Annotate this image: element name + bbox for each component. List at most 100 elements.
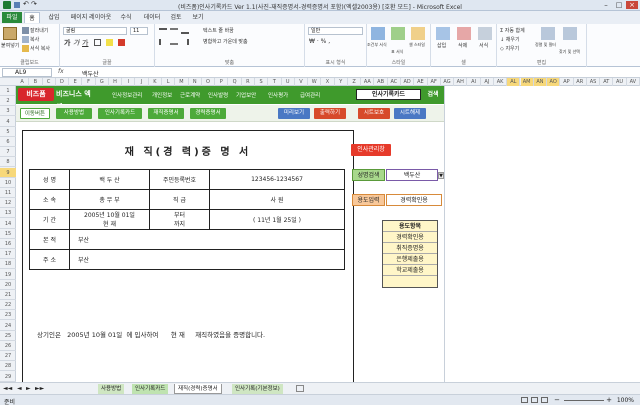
column-header[interactable]: AK [494,78,508,86]
font-name-select[interactable]: 굴림 [63,27,127,35]
column-header[interactable]: W [308,78,322,86]
column-header[interactable]: F [82,78,96,86]
new-sheet-icon[interactable] [296,385,304,392]
tab-view[interactable]: 보기 [190,12,206,23]
row-header[interactable]: 10 [0,178,16,188]
column-header[interactable]: C [43,78,56,86]
print-button[interactable]: 출력하기 [314,108,346,119]
nav-card-button[interactable]: 인사기록카드 [98,108,142,119]
row-header[interactable]: 19 [0,270,16,280]
tab-review[interactable]: 검토 [168,12,184,23]
currency-button[interactable]: ₩ · % , [309,38,330,45]
sheet-search-field[interactable]: 인사기록카드 [356,89,421,100]
row-header[interactable]: 8 [0,157,16,168]
row-header[interactable]: 25 [0,331,16,341]
purpose-input[interactable]: 경력확인용 [386,194,442,206]
column-header[interactable]: V [295,78,309,86]
sheet-search-button[interactable]: 검색 [424,89,442,100]
wrap-text-button[interactable]: 텍스트 줄 바꿈 [203,27,234,34]
purpose-list-item[interactable] [383,276,437,287]
page-layout-view-icon[interactable] [531,397,538,403]
zoom-slider[interactable] [564,400,604,401]
tab-page-layout[interactable]: 페이지 레이아웃 [70,12,112,23]
format-cells-button[interactable]: 서식 [479,42,488,49]
row-header[interactable]: 11 [0,188,16,198]
tab-scroll-first-icon[interactable]: ◄◄ [3,385,12,392]
preview-button[interactable]: 미리보기 [278,108,310,119]
font-size-select[interactable]: 11 [130,27,148,35]
bold-button[interactable]: 가 [64,38,70,48]
row-header[interactable]: 14 [0,219,16,229]
sort-filter-icon[interactable] [541,27,555,40]
column-header[interactable]: AA [361,78,375,86]
column-header[interactable]: AI [467,78,481,86]
column-header[interactable]: N [189,78,202,86]
row-header[interactable]: 29 [0,372,16,382]
column-header[interactable]: AP [560,78,574,86]
cell-styles-icon[interactable] [411,27,425,40]
row-header[interactable]: 20 [0,280,16,290]
column-header[interactable]: J [135,78,149,86]
format-cells-icon[interactable] [478,27,492,40]
tab-data[interactable]: 데이터 [142,12,162,23]
row-header[interactable]: 6 [0,137,16,147]
formula-input[interactable]: 백두산 [82,69,99,78]
tab-home[interactable]: 홈 [24,12,40,23]
column-header[interactable]: AR [574,78,587,86]
underline-button[interactable]: 가 [82,38,88,48]
font-color-icon[interactable] [118,39,125,46]
row-header[interactable]: 28 [0,361,16,372]
row-header[interactable]: 13 [0,208,16,219]
table-format-icon[interactable] [391,27,405,40]
zoom-in-icon[interactable]: + [606,396,612,404]
page-break-view-icon[interactable] [541,397,548,403]
cell-styles-button[interactable]: 셀 스타일 [409,42,425,48]
align-bottom-icon[interactable] [181,28,189,34]
nav-usage-button[interactable]: 사용방법 [56,108,92,119]
row-header[interactable]: 21 [0,290,16,300]
column-header[interactable]: Z [348,78,362,86]
menu-item[interactable]: 급여관리 [300,91,320,99]
column-header[interactable]: G [96,78,109,86]
column-header[interactable]: P [215,78,229,86]
menu-item[interactable]: 근로계약 [180,91,200,99]
row-header[interactable]: 18 [0,259,16,270]
column-header[interactable]: AD [401,78,415,86]
row-header[interactable]: 4 [0,117,16,127]
column-header[interactable]: M [175,78,189,86]
column-header[interactable]: AV [627,78,640,86]
row-header[interactable]: 9 [0,167,16,178]
paste-button[interactable]: 붙여넣기 [1,42,19,49]
column-header[interactable]: H [109,78,123,86]
menu-item[interactable]: 기업보안 [236,91,256,99]
delete-cells-button[interactable]: 삭제 [458,42,467,49]
conditional-format-button[interactable]: 조건부 서식 [367,42,387,48]
sheet-tab-usage[interactable]: 사용방법 [98,384,125,394]
number-format-select[interactable]: 일반 [308,27,363,35]
sort-filter-button[interactable]: 정렬 및 필터 [535,42,556,48]
copy-button[interactable]: 복사 [22,36,39,43]
minimize-icon[interactable]: – [600,1,612,9]
column-header[interactable]: I [122,78,136,86]
cut-button[interactable]: 잘라내기 [22,27,48,34]
nav-employment-button[interactable]: 재직증명서 [148,108,184,119]
column-header[interactable]: AT [600,78,614,86]
find-select-icon[interactable] [563,27,577,40]
align-top-icon[interactable] [159,28,167,34]
column-header[interactable]: AN [533,78,548,86]
format-painter-button[interactable]: 서식 복사 [22,45,50,52]
column-header[interactable]: AS [587,78,601,86]
row-header[interactable]: 7 [0,147,16,158]
autosum-button[interactable]: Σ 자동 합계 [500,27,525,34]
paste-icon[interactable] [3,27,17,40]
column-header[interactable]: Y [335,78,348,86]
menu-item[interactable]: 인사정보관리 [112,91,142,99]
close-icon[interactable]: × [626,1,638,9]
menu-item[interactable]: 개인정보 [152,91,172,99]
row-header[interactable]: 26 [0,341,16,351]
row-header[interactable]: 27 [0,351,16,362]
tab-scroll-next-icon[interactable]: ► [26,385,31,392]
column-header[interactable]: O [202,78,216,86]
column-header[interactable]: AH [454,78,468,86]
row-header[interactable]: 23 [0,310,16,321]
